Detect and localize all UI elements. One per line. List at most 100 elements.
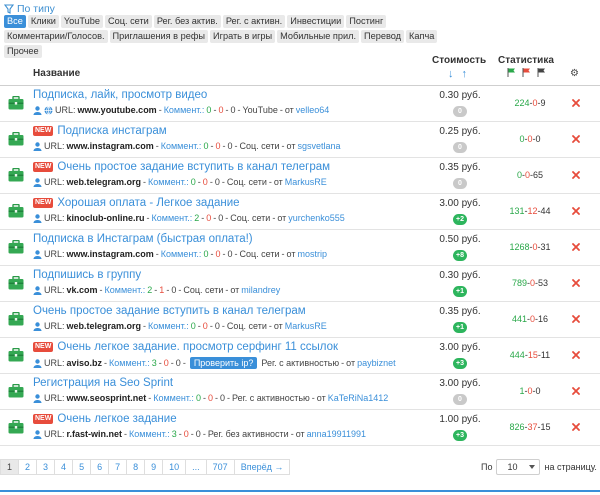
comments-link[interactable]: Коммент.: — [129, 429, 170, 439]
task-title-link[interactable]: Подписка, лайк, просмотр видео — [33, 89, 207, 101]
close-icon[interactable] — [572, 207, 580, 215]
task-title-link[interactable]: Очень простое задание вступить в канал т… — [33, 305, 306, 317]
author-label: от — [273, 321, 283, 331]
task-title-link[interactable]: Очень легкое задание. просмотр серфинг 1… — [57, 341, 338, 353]
author-link[interactable]: paybiznet — [357, 358, 396, 368]
category-filter-button[interactable]: Соц. сети — [104, 15, 152, 28]
separator: - — [182, 358, 186, 368]
author-label: от — [346, 358, 356, 368]
table-row: Подписка, лайк, просмотр видео URL: www.yo… — [0, 86, 600, 122]
sort-down-icon[interactable]: ↓ — [448, 68, 454, 80]
comments-link[interactable]: Коммент.: — [109, 358, 150, 368]
per-page-select[interactable]: 10 — [496, 459, 541, 475]
page-link[interactable]: 4 — [54, 459, 74, 475]
stat-approved: 131 — [509, 206, 525, 216]
comments-link[interactable]: Коммент.: — [161, 141, 202, 151]
stat-pending: 31 — [540, 242, 551, 252]
separator: - — [279, 105, 283, 115]
column-cost-header: Стоимость — [432, 55, 487, 66]
category-filter-button[interactable]: Рег. без актив. — [153, 15, 221, 28]
stat-rejected: 15 — [527, 350, 538, 360]
comments-link[interactable]: Коммент.: — [153, 393, 194, 403]
task-title-link[interactable]: Хорошая оплата - Легкое задание — [57, 197, 239, 209]
comments-link[interactable]: Коммент.: — [148, 321, 189, 331]
task-meta-line: URL: web.telegram.org - Коммент.: 0-0-0- Соц.… — [33, 177, 327, 187]
comments-link[interactable]: Коммент.: — [161, 249, 202, 259]
close-icon[interactable] — [572, 243, 580, 251]
page-link[interactable]: 7 — [108, 459, 128, 475]
task-title-link[interactable]: Подпишись в группу — [33, 269, 141, 281]
close-icon[interactable] — [572, 423, 580, 431]
close-icon[interactable] — [572, 279, 580, 287]
category-filter-button[interactable]: Постинг — [346, 15, 387, 28]
page-link[interactable]: 707 — [205, 459, 235, 475]
category-filter-button[interactable]: Инвестиции — [287, 15, 345, 28]
task-title-link[interactable]: Регистрация на Seo Sprint — [33, 377, 173, 389]
comments-link[interactable]: Коммент.: — [152, 213, 193, 223]
page-link[interactable]: 2 — [18, 459, 38, 475]
author-link[interactable]: MarkusRE — [285, 177, 327, 187]
page-link[interactable]: 5 — [72, 459, 92, 475]
author-link[interactable]: yurchenko555 — [288, 213, 345, 223]
category-filter-button[interactable]: Играть в игры — [210, 30, 276, 43]
task-title-link[interactable]: Подписка в Инстаграм (быстрая оплата!) — [33, 233, 253, 245]
separator: - — [234, 249, 238, 259]
page-link[interactable]: 10 — [162, 459, 187, 475]
category-filter-button[interactable]: Мобильные прил. — [277, 30, 360, 43]
comments-positive: 0 — [206, 105, 212, 115]
task-title-link[interactable]: Подписка инстаграм — [57, 125, 166, 137]
close-icon[interactable] — [572, 315, 580, 323]
task-category: Рег. с активностью — [261, 358, 340, 368]
page-link[interactable]: ... — [185, 459, 207, 475]
author-link[interactable]: sgsvetlana — [297, 141, 340, 151]
category-filter-button[interactable]: Рег. с активн. — [222, 15, 286, 28]
close-icon[interactable] — [572, 171, 580, 179]
category-filter-button[interactable]: Перевод — [361, 30, 405, 43]
green-flag-icon[interactable] — [507, 68, 516, 77]
red-flag-icon[interactable] — [522, 68, 531, 77]
category-filter-button[interactable]: YouTube — [60, 15, 103, 28]
page-link[interactable]: 6 — [90, 459, 110, 475]
check-ip-button[interactable]: Проверить ip? — [189, 357, 258, 369]
comments-neutral: 0 — [175, 358, 181, 368]
category-filter-button[interactable]: Все — [4, 15, 26, 28]
filter-by-type-link[interactable]: По типу — [4, 3, 55, 15]
comments-negative: 0 — [218, 105, 224, 115]
author-link[interactable]: mostrip — [297, 249, 327, 259]
url-label: URL: — [44, 358, 65, 368]
stat-approved: 444 — [509, 350, 525, 360]
comments-negative: 0 — [207, 393, 213, 403]
close-icon[interactable] — [572, 135, 580, 143]
task-title-link[interactable]: Очень простое задание вступить в канал т… — [57, 161, 330, 173]
author-link[interactable]: MarkusRE — [285, 321, 327, 331]
page-link[interactable]: 8 — [126, 459, 146, 475]
author-link[interactable]: anna19911991 — [307, 429, 366, 439]
author-link[interactable]: velleo64 — [296, 105, 330, 115]
comments-link[interactable]: Коммент.: — [148, 177, 189, 187]
user-icon — [33, 249, 42, 259]
column-stats-header: Статистика — [498, 55, 554, 66]
sort-up-icon[interactable]: ↑ — [462, 68, 468, 80]
separator: - — [222, 249, 226, 259]
task-title-link[interactable]: Очень легкое задание — [57, 413, 176, 425]
author-link[interactable]: milandrey — [241, 285, 280, 295]
close-icon[interactable] — [572, 99, 580, 107]
close-icon[interactable] — [572, 351, 580, 359]
comments-link[interactable]: Коммент.: — [164, 105, 205, 115]
category-filter-button[interactable]: Приглашения в рефы — [109, 30, 208, 43]
comments-link[interactable]: Коммент.: — [105, 285, 146, 295]
page-link[interactable]: 9 — [144, 459, 164, 475]
category-filter-button[interactable]: Комментарии/Голосов. — [4, 30, 108, 43]
separator: - — [202, 429, 206, 439]
page-link[interactable]: Вперёд → — [233, 459, 291, 475]
page-link[interactable]: 3 — [36, 459, 56, 475]
url-label: URL: — [55, 105, 76, 115]
category-filter-button[interactable]: Клики — [27, 15, 59, 28]
task-category: Соц. сети — [226, 177, 267, 187]
separator: - — [341, 358, 345, 368]
author-link[interactable]: KaTeRiNa1412 — [328, 393, 389, 403]
category-filter-button[interactable]: Капча — [406, 30, 438, 43]
page-link[interactable]: 1 — [0, 459, 20, 475]
close-icon[interactable] — [572, 387, 580, 395]
black-flag-icon[interactable] — [537, 68, 546, 77]
